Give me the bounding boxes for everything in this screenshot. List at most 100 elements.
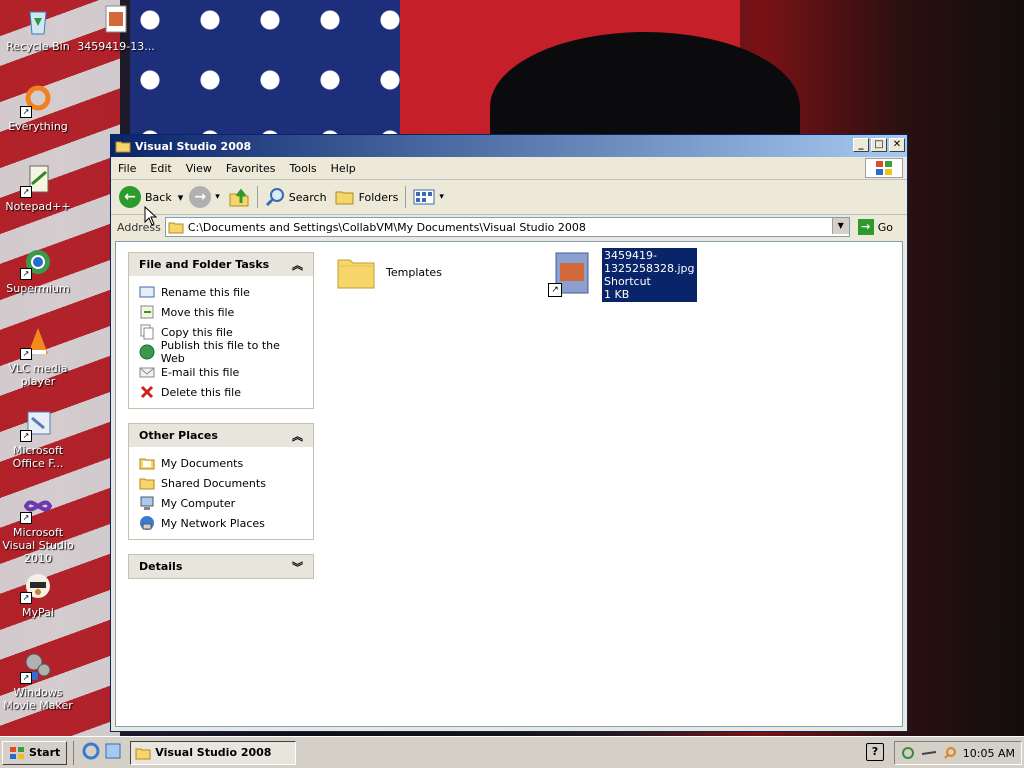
menu-tools[interactable]: Tools xyxy=(283,162,324,175)
taskbar-window-button[interactable]: Visual Studio 2008 xyxy=(130,740,297,765)
selected-file-label: 3459419-1325258328.jpg Shortcut 1 KB xyxy=(602,248,697,302)
desktop-icon-everything[interactable]: ↗ Everything xyxy=(0,84,78,133)
everything-icon: ↗ xyxy=(20,84,54,118)
folders-button[interactable]: Folders xyxy=(331,182,403,212)
menu-view[interactable]: View xyxy=(179,162,219,175)
task-rename-file[interactable]: Rename this file xyxy=(139,282,305,302)
content-area: File and Folder Tasks ︽ Rename this file… xyxy=(115,241,903,727)
forward-button[interactable]: → ▾ xyxy=(185,182,224,212)
task-email-file[interactable]: E-mail this file xyxy=(139,362,305,382)
task-delete-file[interactable]: Delete this file xyxy=(139,382,305,402)
file-folder-tasks-header[interactable]: File and Folder Tasks ︽ xyxy=(129,253,313,276)
maximize-button[interactable]: □ xyxy=(871,138,887,152)
publish-web-icon xyxy=(139,344,155,360)
desktop-icon-recycle-bin[interactable]: Recycle Bin xyxy=(0,4,78,53)
search-button[interactable]: Search xyxy=(261,182,331,212)
places-list: My Documents Shared Documents My Compute… xyxy=(129,447,313,539)
details-panel: Details ︾ xyxy=(128,554,314,579)
up-folder-button[interactable] xyxy=(224,182,254,212)
quicklaunch-ie-icon[interactable] xyxy=(82,742,100,763)
file-item-templates[interactable]: Templates xyxy=(336,252,442,292)
menu-help[interactable]: Help xyxy=(324,162,363,175)
title-bar[interactable]: Visual Studio 2008 _ □ ✕ xyxy=(111,135,907,157)
desktop-icon-notepadpp[interactable]: ↗ Notepad++ xyxy=(0,164,78,213)
shortcut-arrow-icon: ↗ xyxy=(20,672,32,684)
desktop-icon-mypal[interactable]: ↗ MyPal xyxy=(0,570,78,619)
clock: 10:05 AM xyxy=(962,746,1015,760)
folder-icon xyxy=(135,748,151,759)
go-arrow-icon: → xyxy=(857,219,874,235)
minimize-button[interactable]: _ xyxy=(853,138,869,152)
address-bar: Address C:\Documents and Settings\Collab… xyxy=(111,215,907,239)
views-icon xyxy=(413,189,435,205)
window-title: Visual Studio 2008 xyxy=(135,139,252,153)
windows-logo-icon xyxy=(865,158,903,178)
image-shortcut-icon: ↗ xyxy=(548,251,592,299)
address-dropdown-button[interactable]: ▼ xyxy=(831,218,849,234)
move-icon xyxy=(140,305,154,319)
delete-icon xyxy=(140,385,154,399)
movie-maker-icon: ↗ xyxy=(20,650,54,684)
task-publish-web[interactable]: Publish this file to the Web xyxy=(139,339,305,365)
supermium-icon: ↗ xyxy=(20,246,54,280)
desktop-icon-vlc[interactable]: ↗ VLC media player xyxy=(0,326,78,388)
shortcut-arrow-icon: ↗ xyxy=(20,592,32,604)
my-documents-icon xyxy=(139,458,155,470)
place-my-documents[interactable]: My Documents xyxy=(139,453,305,473)
desktop-icon-movie-maker[interactable]: ↗ Windows Movie Maker xyxy=(0,650,78,712)
recycle-bin-icon xyxy=(22,4,54,36)
window-controls: _ □ ✕ xyxy=(851,138,905,152)
details-header[interactable]: Details ︾ xyxy=(129,555,313,578)
forward-history-dropdown-icon: ▾ xyxy=(215,192,220,202)
collapse-chevron-icon: ︽ xyxy=(292,429,303,443)
toolbar-separator xyxy=(405,186,407,208)
folders-icon xyxy=(335,191,354,205)
desktop-icon-supermium[interactable]: ↗ Supermium xyxy=(0,246,78,295)
quicklaunch-browser-icon[interactable] xyxy=(104,742,122,763)
desktop-icon-office[interactable]: ↗ Microsoft Office F... xyxy=(0,408,78,470)
menu-file[interactable]: File xyxy=(111,162,143,175)
vlc-icon: ↗ xyxy=(20,326,54,360)
place-shared-documents[interactable]: Shared Documents xyxy=(139,473,305,493)
visual-studio-icon: ↗ xyxy=(20,490,54,524)
copy-icon xyxy=(140,324,154,340)
views-button[interactable]: ▾ xyxy=(409,182,448,212)
my-computer-icon xyxy=(140,496,154,510)
taskbar-separator xyxy=(73,740,75,765)
task-move-file[interactable]: Move this file xyxy=(139,302,305,322)
shortcut-arrow-icon: ↗ xyxy=(20,430,32,442)
tray-app-icon[interactable] xyxy=(921,746,937,760)
back-history-dropdown[interactable]: ▾ xyxy=(176,184,186,210)
mypal-icon: ↗ xyxy=(20,570,54,604)
menu-edit[interactable]: Edit xyxy=(143,162,178,175)
search-tray-icon[interactable] xyxy=(943,746,957,760)
explorer-window: Visual Studio 2008 _ □ ✕ File Edit View … xyxy=(110,134,908,732)
up-folder-icon xyxy=(229,188,249,207)
start-button[interactable]: Start xyxy=(2,740,68,765)
task-pane: File and Folder Tasks ︽ Rename this file… xyxy=(128,252,314,593)
file-folder-tasks-panel: File and Folder Tasks ︽ Rename this file… xyxy=(128,252,314,409)
task-list: Rename this file Move this file Copy thi… xyxy=(129,276,313,408)
shortcut-arrow-icon: ↗ xyxy=(20,268,32,280)
address-input[interactable]: C:\Documents and Settings\CollabVM\My Do… xyxy=(164,217,850,237)
toolbar: ← Back ▾ → ▾ Search Folders ▾ xyxy=(111,180,907,215)
close-button[interactable]: ✕ xyxy=(889,138,905,152)
shortcut-arrow-icon: ↗ xyxy=(20,512,32,524)
help-icon[interactable]: ? xyxy=(866,743,884,761)
forward-arrow-icon: → xyxy=(189,186,212,208)
file-item-image-shortcut[interactable]: ↗ 3459419-1325258328.jpg Shortcut 1 KB xyxy=(548,248,697,302)
rename-icon xyxy=(139,286,155,298)
place-my-network-places[interactable]: My Network Places xyxy=(139,513,305,533)
other-places-panel: Other Places ︽ My Documents Shared Docum… xyxy=(128,423,314,540)
network-places-icon xyxy=(140,516,154,530)
taskbar: Start Visual Studio 2008 ? 10:05 AM xyxy=(0,736,1024,768)
network-tray-icon[interactable] xyxy=(901,746,915,760)
other-places-header[interactable]: Other Places ︽ xyxy=(129,424,313,447)
place-my-computer[interactable]: My Computer xyxy=(139,493,305,513)
desktop-icon-visual-studio[interactable]: ↗ Microsoft Visual Studio 2010 xyxy=(0,490,78,565)
go-button[interactable]: → Go xyxy=(854,212,907,242)
menu-favorites[interactable]: Favorites xyxy=(219,162,283,175)
shortcut-arrow-icon: ↗ xyxy=(20,186,32,198)
folder-icon xyxy=(168,222,184,234)
desktop-icon-image-file[interactable]: 3459419-13... xyxy=(76,4,156,53)
